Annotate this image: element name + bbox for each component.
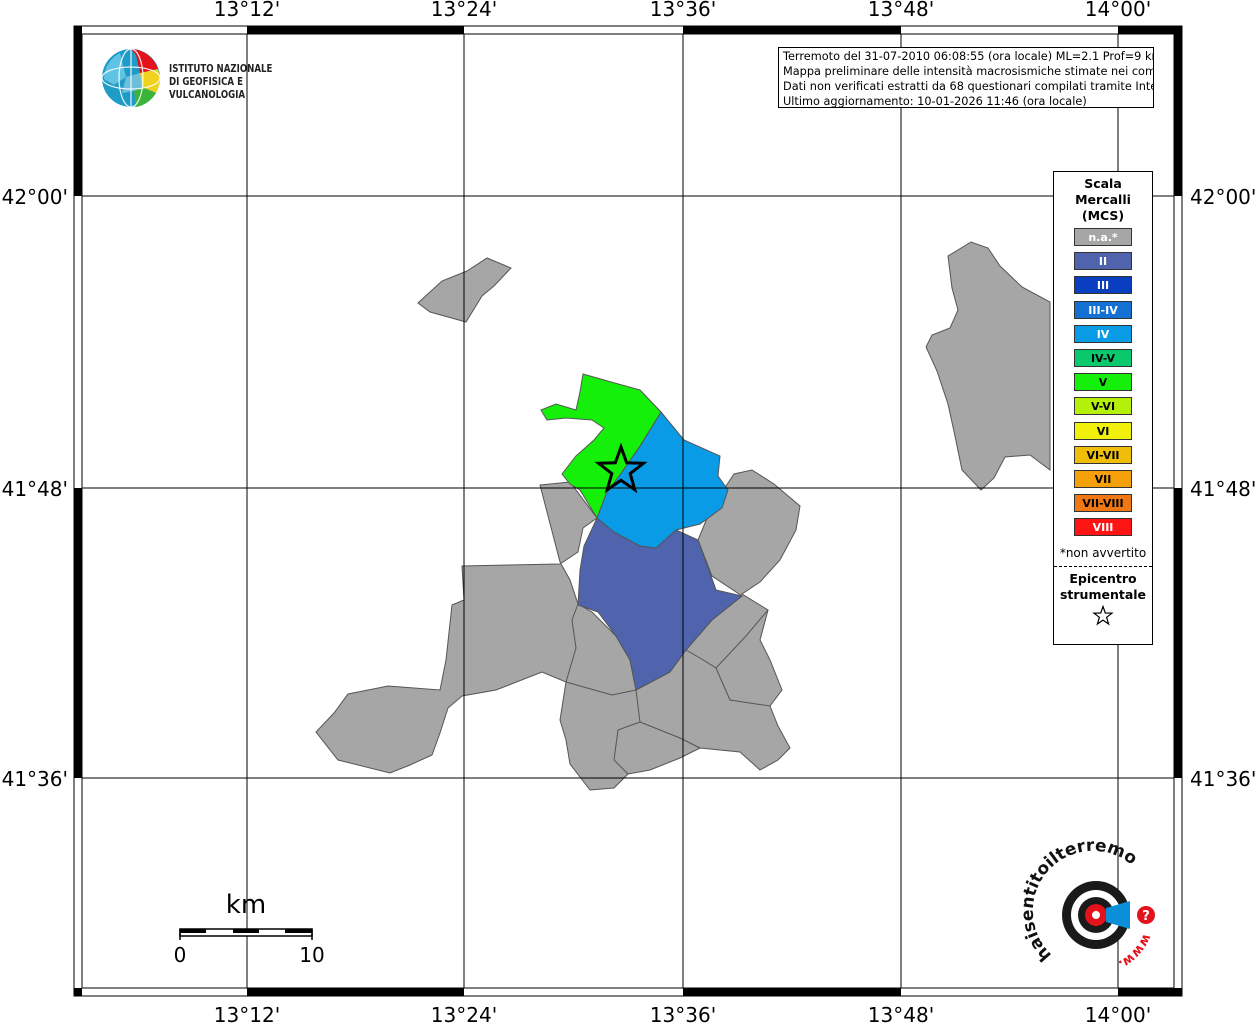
lat-label: 41°36' (2, 767, 68, 791)
scale-bar-start: 0 (174, 943, 187, 967)
scale-bar: km 0 10 (174, 890, 325, 967)
legend-item: III (1074, 276, 1132, 295)
legend-item: VII (1074, 469, 1132, 488)
legend-item: n.a.* (1074, 228, 1132, 246)
legend-items: n.a.* II III III-IV IV IV-V V V-VI VI VI-VII VII VI… (1054, 228, 1152, 537)
lon-label: 13°48' (868, 1003, 934, 1024)
comune-polygon-south (315, 469, 801, 791)
lon-label: 13°12' (214, 0, 280, 21)
event-info-line: Terremoto del 31-07-2010 06:08:55 (ora l… (783, 50, 1154, 63)
event-info-line: Dati non verificati estratti da 68 quest… (783, 80, 1154, 93)
lat-label: 42°00' (1190, 185, 1255, 209)
legend-title: Scala Mercalli (MCS) (1075, 176, 1131, 223)
lon-label: 13°12' (214, 1003, 280, 1024)
ingv-name: ISTITUTO NAZIONALE DI GEOFISICA E VULCAN… (169, 63, 273, 101)
legend-item: V (1074, 373, 1132, 392)
legend-separator (1054, 566, 1152, 568)
legend-item: III-IV (1074, 300, 1132, 319)
event-info-line: Ultimo aggiornamento: 10-01-2026 11:46 (… (783, 95, 1087, 108)
lat-label: 41°36' (1190, 767, 1255, 791)
mcs-legend: Scala Mercalli (MCS) n.a.* II III III-IV IV I… (1053, 171, 1153, 645)
legend-star-icon (1054, 604, 1152, 631)
lat-labels-right: 42°00' 41°48' 41°36' (1190, 185, 1255, 791)
scale-bar-end: 10 (299, 943, 324, 967)
svg-text:?: ? (1142, 909, 1150, 924)
ingv-logo: ISTITUTO NAZIONALE DI GEOFISICA E VULCAN… (100, 47, 320, 111)
lon-label: 13°36' (650, 1003, 716, 1024)
legend-item: II (1074, 252, 1132, 271)
lon-label: 13°36' (650, 0, 716, 21)
scale-bar-unit: km (226, 890, 266, 920)
lon-label: 13°24' (431, 1003, 497, 1024)
legend-item: VIII (1074, 518, 1132, 537)
lat-labels-left: 42°00' 41°48' 41°36' (2, 185, 68, 791)
legend-item: IV-V (1074, 348, 1132, 367)
lon-label: 13°48' (868, 0, 934, 21)
lon-labels-top: 13°12' 13°24' 13°36' 13°48' 14°00' (214, 0, 1151, 21)
haisentito-logo: ? haisentitoilterremoto.it www. (1018, 836, 1155, 972)
event-info-box: Terremoto del 31-07-2010 06:08:55 (ora l… (778, 47, 1154, 108)
legend-item: VII-VIII (1074, 494, 1132, 513)
comune-polygon-east (925, 241, 1051, 491)
lon-label: 14°00' (1085, 0, 1151, 21)
lon-labels-bottom: 13°12' 13°24' 13°36' 13°48' 14°00' (214, 1003, 1151, 1024)
lat-label: 41°48' (2, 477, 68, 501)
legend-item: VI (1074, 421, 1132, 440)
lat-label: 42°00' (2, 185, 68, 209)
legend-item: V-VI (1074, 397, 1132, 416)
globe-icon (101, 48, 161, 108)
legend-item: IV (1074, 324, 1132, 343)
legend-note: *non avvertito (1059, 546, 1147, 561)
legend-epicenter-label: Epicentro strumentale (1059, 571, 1147, 603)
legend-item: VI-VII (1074, 445, 1132, 464)
lon-label: 13°24' (431, 0, 497, 21)
event-info-line: Mappa preliminare delle intensità macros… (783, 65, 1154, 78)
lon-label: 14°00' (1085, 1003, 1151, 1024)
lat-label: 41°48' (1190, 477, 1255, 501)
